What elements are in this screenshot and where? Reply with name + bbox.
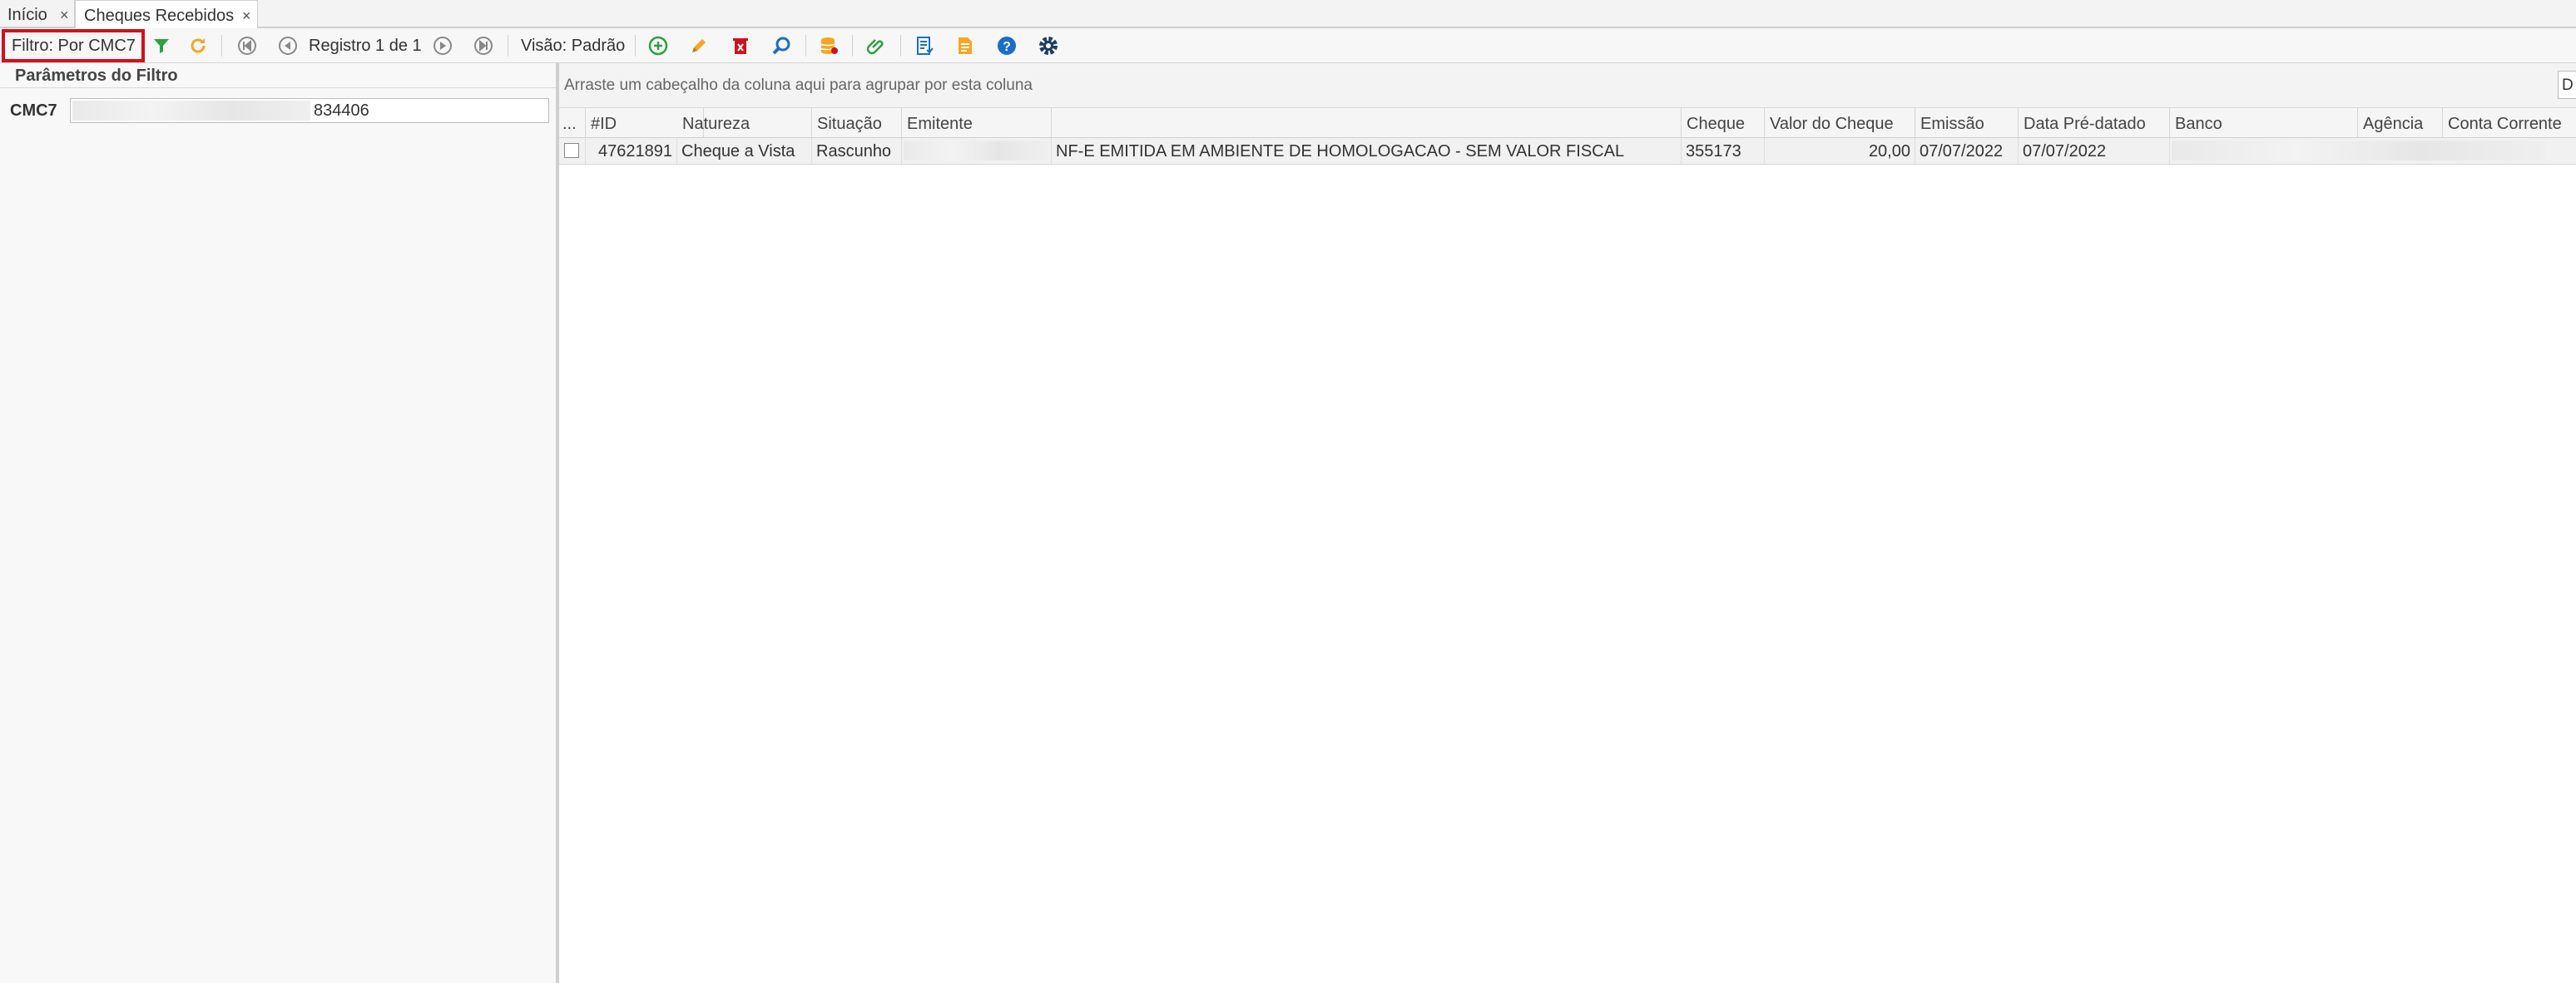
column-header-cheque[interactable]: Cheque	[1682, 108, 1765, 138]
close-icon[interactable]: ×	[60, 0, 69, 30]
data-grid: Arraste um cabeçalho da coluna aqui para…	[559, 63, 2576, 983]
column-header-descricao[interactable]	[1052, 108, 1682, 138]
cell-banco-agencia-conta	[2170, 138, 2576, 164]
database-icon[interactable]	[819, 36, 839, 56]
settings-icon[interactable]	[1038, 36, 1058, 56]
group-hint: Arraste um cabeçalho da coluna aqui para…	[564, 77, 1033, 94]
column-menu-header[interactable]: ...	[559, 108, 586, 138]
toolbar-separator	[852, 35, 853, 57]
toolbar-separator	[900, 35, 901, 57]
cell-emissao: 07/07/2022	[1915, 138, 2019, 164]
search-icon[interactable]	[771, 36, 791, 56]
toolbar-separator	[221, 35, 222, 57]
column-header-valor[interactable]: Valor do Cheque	[1765, 108, 1915, 138]
prev-record-icon[interactable]	[278, 36, 298, 56]
record-counter: Registro 1 de 1	[309, 37, 422, 55]
help-icon[interactable]: ?	[997, 36, 1017, 56]
column-header-situacao[interactable]: Situação	[812, 108, 902, 138]
close-icon[interactable]: ×	[242, 1, 251, 31]
column-header-agencia[interactable]: Agência	[2358, 108, 2443, 138]
cell-valor: 20,00	[1765, 138, 1915, 164]
column-header-conta-corrente[interactable]: Conta Corrente	[2443, 108, 2576, 138]
view-selector[interactable]: Visão: Padrão	[521, 28, 625, 63]
table-row[interactable]: 47621891 Cheque a Vista Rascunho NF-E EM…	[559, 138, 2576, 165]
column-header-emissao[interactable]: Emissão	[1915, 108, 2019, 138]
grid-header: ... #ID Natureza Situação Emitente Chequ…	[559, 108, 2576, 138]
group-search-box[interactable]: D	[2558, 71, 2576, 99]
cmc7-input[interactable]: 834406	[70, 98, 549, 123]
cell-situacao: Rascunho	[812, 138, 902, 164]
tab-label: Início	[7, 6, 47, 24]
document-icon[interactable]	[955, 36, 975, 56]
redacted-region	[904, 141, 1048, 161]
cell-id: 47621891	[586, 138, 677, 164]
column-header-pre-datado[interactable]: Data Pré-datado	[2019, 108, 2170, 138]
refresh-icon[interactable]	[188, 36, 208, 56]
delete-icon[interactable]	[731, 36, 751, 56]
cell-emitente	[902, 138, 1052, 164]
tab-inicio[interactable]: Início ×	[0, 0, 75, 28]
report-icon[interactable]	[914, 36, 934, 56]
tab-cheques-recebidos[interactable]: Cheques Recebidos ×	[75, 0, 258, 30]
toolbar-separator	[805, 35, 806, 57]
row-checkbox[interactable]	[564, 143, 579, 158]
next-record-icon[interactable]	[433, 36, 453, 56]
column-header-natureza[interactable]: Natureza	[677, 108, 812, 138]
attach-icon[interactable]	[866, 36, 886, 56]
cmc7-label: CMC7	[10, 101, 57, 120]
tab-strip: Início × Cheques Recebidos ×	[0, 0, 2576, 30]
redacted-region	[72, 101, 310, 121]
cell-natureza: Cheque a Vista	[677, 138, 812, 164]
cell-pre-datado: 07/07/2022	[2019, 138, 2170, 164]
svg-text:?: ?	[1003, 40, 1011, 54]
cell-descricao: NF-E EMITIDA EM AMBIENTE DE HOMOLOGACAO …	[1052, 138, 1682, 164]
cmc7-value: 834406	[314, 101, 369, 120]
toolbar: Filtro: Por CMC7 Registro 1 de 1 Visão: …	[0, 28, 2576, 63]
filter-panel-title: Parâmetros do Filtro	[0, 63, 556, 88]
last-record-icon[interactable]	[473, 36, 493, 56]
filter-panel: Parâmetros do Filtro CMC7 834406	[0, 63, 559, 983]
edit-icon[interactable]	[689, 36, 709, 56]
column-header-emitente[interactable]: Emitente	[902, 108, 1052, 138]
toolbar-separator	[635, 35, 636, 57]
group-by-panel[interactable]: Arraste um cabeçalho da coluna aqui para…	[559, 63, 2576, 108]
row-select-cell[interactable]	[559, 138, 586, 164]
redacted-region	[2172, 141, 2546, 161]
filter-icon[interactable]	[151, 36, 171, 56]
tab-label: Cheques Recebidos	[84, 7, 235, 25]
cell-cheque: 355173	[1682, 138, 1765, 164]
filter-selector-button[interactable]: Filtro: Por CMC7	[2, 29, 145, 62]
add-icon[interactable]	[648, 36, 668, 56]
column-header-banco[interactable]: Banco	[2170, 108, 2358, 138]
first-record-icon[interactable]	[237, 36, 257, 56]
